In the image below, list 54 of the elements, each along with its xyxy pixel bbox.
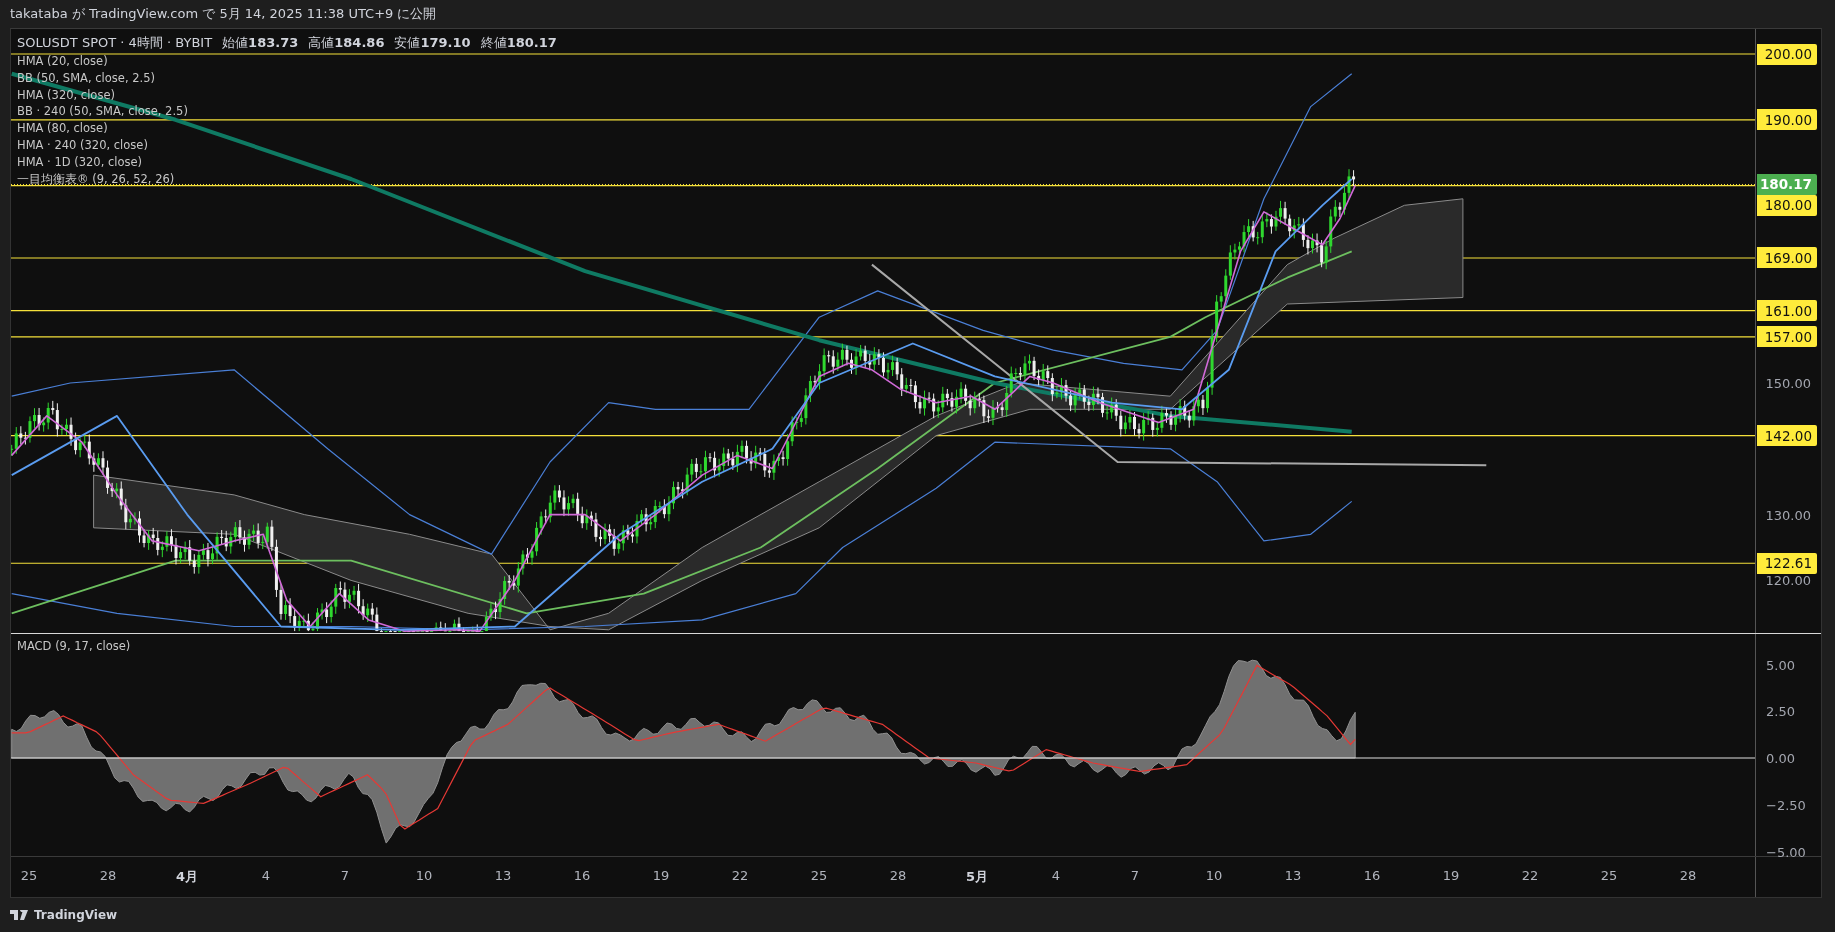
time-axis-label: 7 [340, 868, 350, 883]
time-axis-label: 13 [1284, 868, 1302, 883]
indicator-label[interactable]: HMA (80, close) [17, 120, 557, 137]
price-level-label: 157.00 [1757, 326, 1817, 348]
ohlc-value: 高値184.86 [308, 34, 385, 52]
time-axis-label: 16 [573, 868, 591, 883]
symbol-info: SOLUSDT SPOT · 4時間 · BYBIT [17, 34, 213, 52]
price-level-label: 169.00 [1757, 247, 1817, 269]
ohlc-value: 安値179.10 [394, 34, 471, 52]
axis-tick-label: 5.00 [1766, 657, 1795, 672]
time-axis-label: 28 [889, 868, 907, 883]
time-axis-label: 22 [731, 868, 749, 883]
price-level-label: 180.00 [1757, 194, 1817, 216]
ohlc-value: 始値183.73 [222, 34, 299, 52]
time-axis-label: 22 [1521, 868, 1539, 883]
time-axis-label: 10 [415, 868, 433, 883]
price-level-label: 122.61 [1757, 552, 1817, 574]
time-axis-label: 28 [99, 868, 117, 883]
time-axis-label: 4月 [176, 868, 198, 886]
indicator-label[interactable]: MACD (9, 17, close) [17, 639, 131, 653]
axis-tick-label: 150.00 [1765, 375, 1811, 391]
axis-tick-label: 120.00 [1765, 572, 1811, 588]
price-level-label: 200.00 [1757, 43, 1817, 65]
time-axis-label: 7 [1130, 868, 1140, 883]
axis-tick-label: −2.50 [1766, 797, 1806, 813]
time-axis-label: 4 [1051, 868, 1061, 883]
price-level-label: 142.00 [1757, 425, 1817, 447]
indicator-label[interactable]: 一目均衡表® (9, 26, 52, 26) [17, 170, 557, 188]
time-axis-label: 25 [1600, 868, 1618, 883]
publish-info: takataba が TradingView.com で 5月 14, 2025 11:38 UTC+9 に公開 [10, 5, 437, 23]
indicator-label[interactable]: HMA (20, close) [17, 53, 557, 70]
ohlc-value: 終値180.17 [480, 34, 557, 52]
time-axis-label: 19 [1442, 868, 1460, 883]
time-axis-label: 10 [1205, 868, 1223, 883]
indicator-label[interactable]: HMA · 1D (320, close) [17, 153, 557, 171]
time-axis-label: 25 [20, 868, 38, 883]
indicator-label[interactable]: HMA · 240 (320, close) [17, 137, 557, 154]
indicator-label[interactable]: BB · 240 (50, SMA, close, 2.5) [17, 103, 557, 121]
price-level-label: 161.00 [1757, 300, 1817, 322]
axis-tick-label: 0.00 [1766, 750, 1795, 766]
time-axis-label: 4 [261, 868, 271, 883]
axis-tick-label: 2.50 [1766, 703, 1795, 719]
price-level-label: 190.00 [1757, 109, 1817, 131]
time-axis-label: 13 [494, 868, 512, 883]
current-price-label: 180.17 [1757, 173, 1817, 195]
time-axis-label: 25 [810, 868, 828, 883]
brand-logo-icon [10, 910, 29, 920]
axis-tick-label: 130.00 [1765, 507, 1811, 523]
brand-name: TradingView [34, 908, 118, 922]
time-axis-label: 28 [1679, 868, 1697, 883]
time-axis-label: 5月 [966, 868, 988, 886]
time-axis-label: 16 [1363, 868, 1381, 883]
axis-tick-label: −5.00 [1766, 844, 1806, 859]
time-axis-label: 19 [652, 868, 670, 883]
